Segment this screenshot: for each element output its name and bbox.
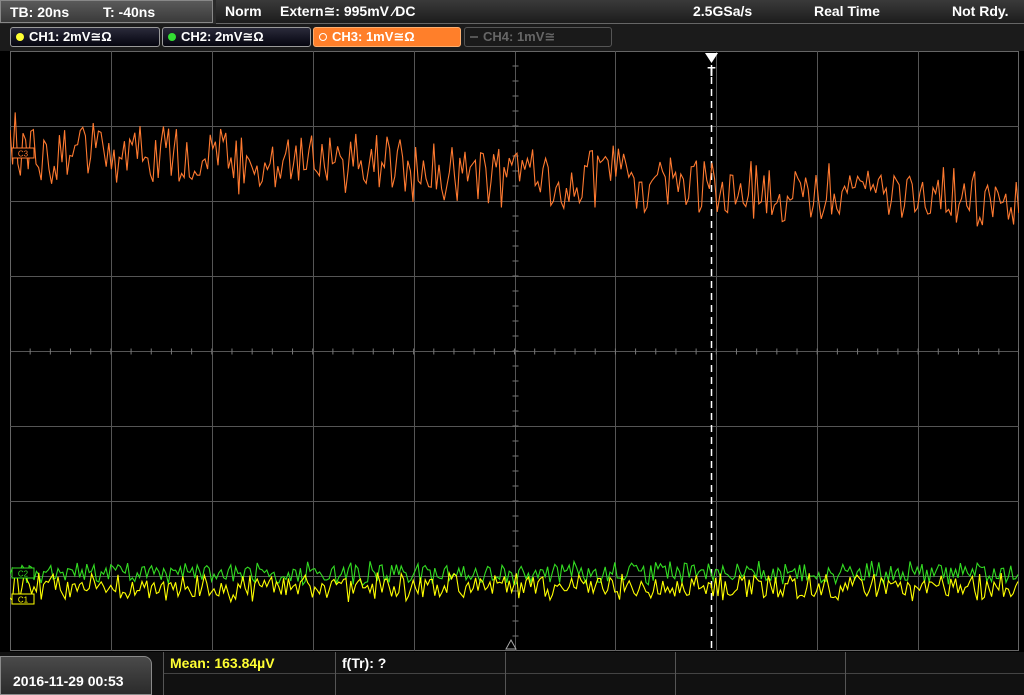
ch2-marker-label: C2 bbox=[18, 570, 29, 579]
timebase-box[interactable]: TB: 20ns T: -40ns bbox=[0, 0, 213, 23]
ch1-color-dot bbox=[16, 33, 24, 41]
ch1-label: CH1: 2mV≅Ω bbox=[29, 29, 112, 44]
channel-tab-ch1[interactable]: CH1: 2mV≅Ω bbox=[10, 27, 160, 47]
trigger-source-label: Extern≅: 995mV ⁄DC bbox=[280, 3, 416, 19]
datetime-box: 2016-11-29 00:53 bbox=[0, 656, 152, 695]
measurement-1-label: Mean: 163.84µV bbox=[170, 655, 275, 671]
channel-tab-ch3[interactable]: CH3: 1mV≅Ω bbox=[313, 27, 461, 47]
ch3-trace bbox=[10, 112, 1019, 227]
ch2-color-dot bbox=[168, 33, 176, 41]
acquisition-mode-label: Real Time bbox=[814, 3, 880, 19]
trigger-offset-label: T: -40ns bbox=[103, 4, 156, 20]
waveform-display[interactable]: T C3 C2 C1 bbox=[10, 51, 1019, 651]
channel-tab-ch4[interactable]: CH4: 1mV≅ bbox=[464, 27, 612, 47]
measurement-4[interactable] bbox=[675, 652, 845, 695]
trigger-marker-label: T bbox=[708, 64, 716, 79]
measurement-5[interactable] bbox=[845, 652, 1024, 695]
measurement-2-label: f(Tr): ? bbox=[342, 655, 387, 671]
ch2-trace bbox=[10, 559, 1019, 587]
ch3-marker-label: C3 bbox=[18, 150, 29, 159]
run-status-label: Not Rdy. bbox=[952, 3, 1009, 19]
status-bar: TB: 20ns T: -40ns Norm Extern≅: 995mV ⁄D… bbox=[0, 0, 1024, 24]
measurement-1[interactable]: Mean: 163.84µV bbox=[163, 652, 335, 695]
ch3-label: CH3: 1mV≅Ω bbox=[332, 29, 415, 44]
ch4-label: CH4: 1mV≅ bbox=[483, 29, 556, 44]
acquisition-info[interactable]: Norm Extern≅: 995mV ⁄DC 2.5GSa/s Real Ti… bbox=[216, 0, 1024, 24]
ch4-color-dot bbox=[470, 36, 478, 38]
horizontal-position-icon bbox=[505, 638, 517, 650]
trigger-mode-label: Norm bbox=[225, 3, 262, 19]
channel-tab-row: CH1: 2mV≅Ω CH2: 2mV≅Ω CH3: 1mV≅Ω CH4: 1m… bbox=[0, 24, 1024, 51]
sample-rate-label: 2.5GSa/s bbox=[693, 3, 753, 19]
datetime-label: 2016-11-29 00:53 bbox=[13, 673, 124, 689]
ch2-label: CH2: 2mV≅Ω bbox=[181, 29, 264, 44]
measurement-2[interactable]: f(Tr): ? bbox=[335, 652, 505, 695]
waveform-svg: T C3 C2 C1 bbox=[10, 51, 1019, 651]
timebase-label: TB: 20ns bbox=[10, 4, 70, 20]
measurement-3[interactable] bbox=[505, 652, 675, 695]
channel-tab-ch2[interactable]: CH2: 2mV≅Ω bbox=[162, 27, 311, 47]
ch1-marker-label: C1 bbox=[18, 596, 29, 605]
ch3-color-dot bbox=[319, 33, 327, 41]
